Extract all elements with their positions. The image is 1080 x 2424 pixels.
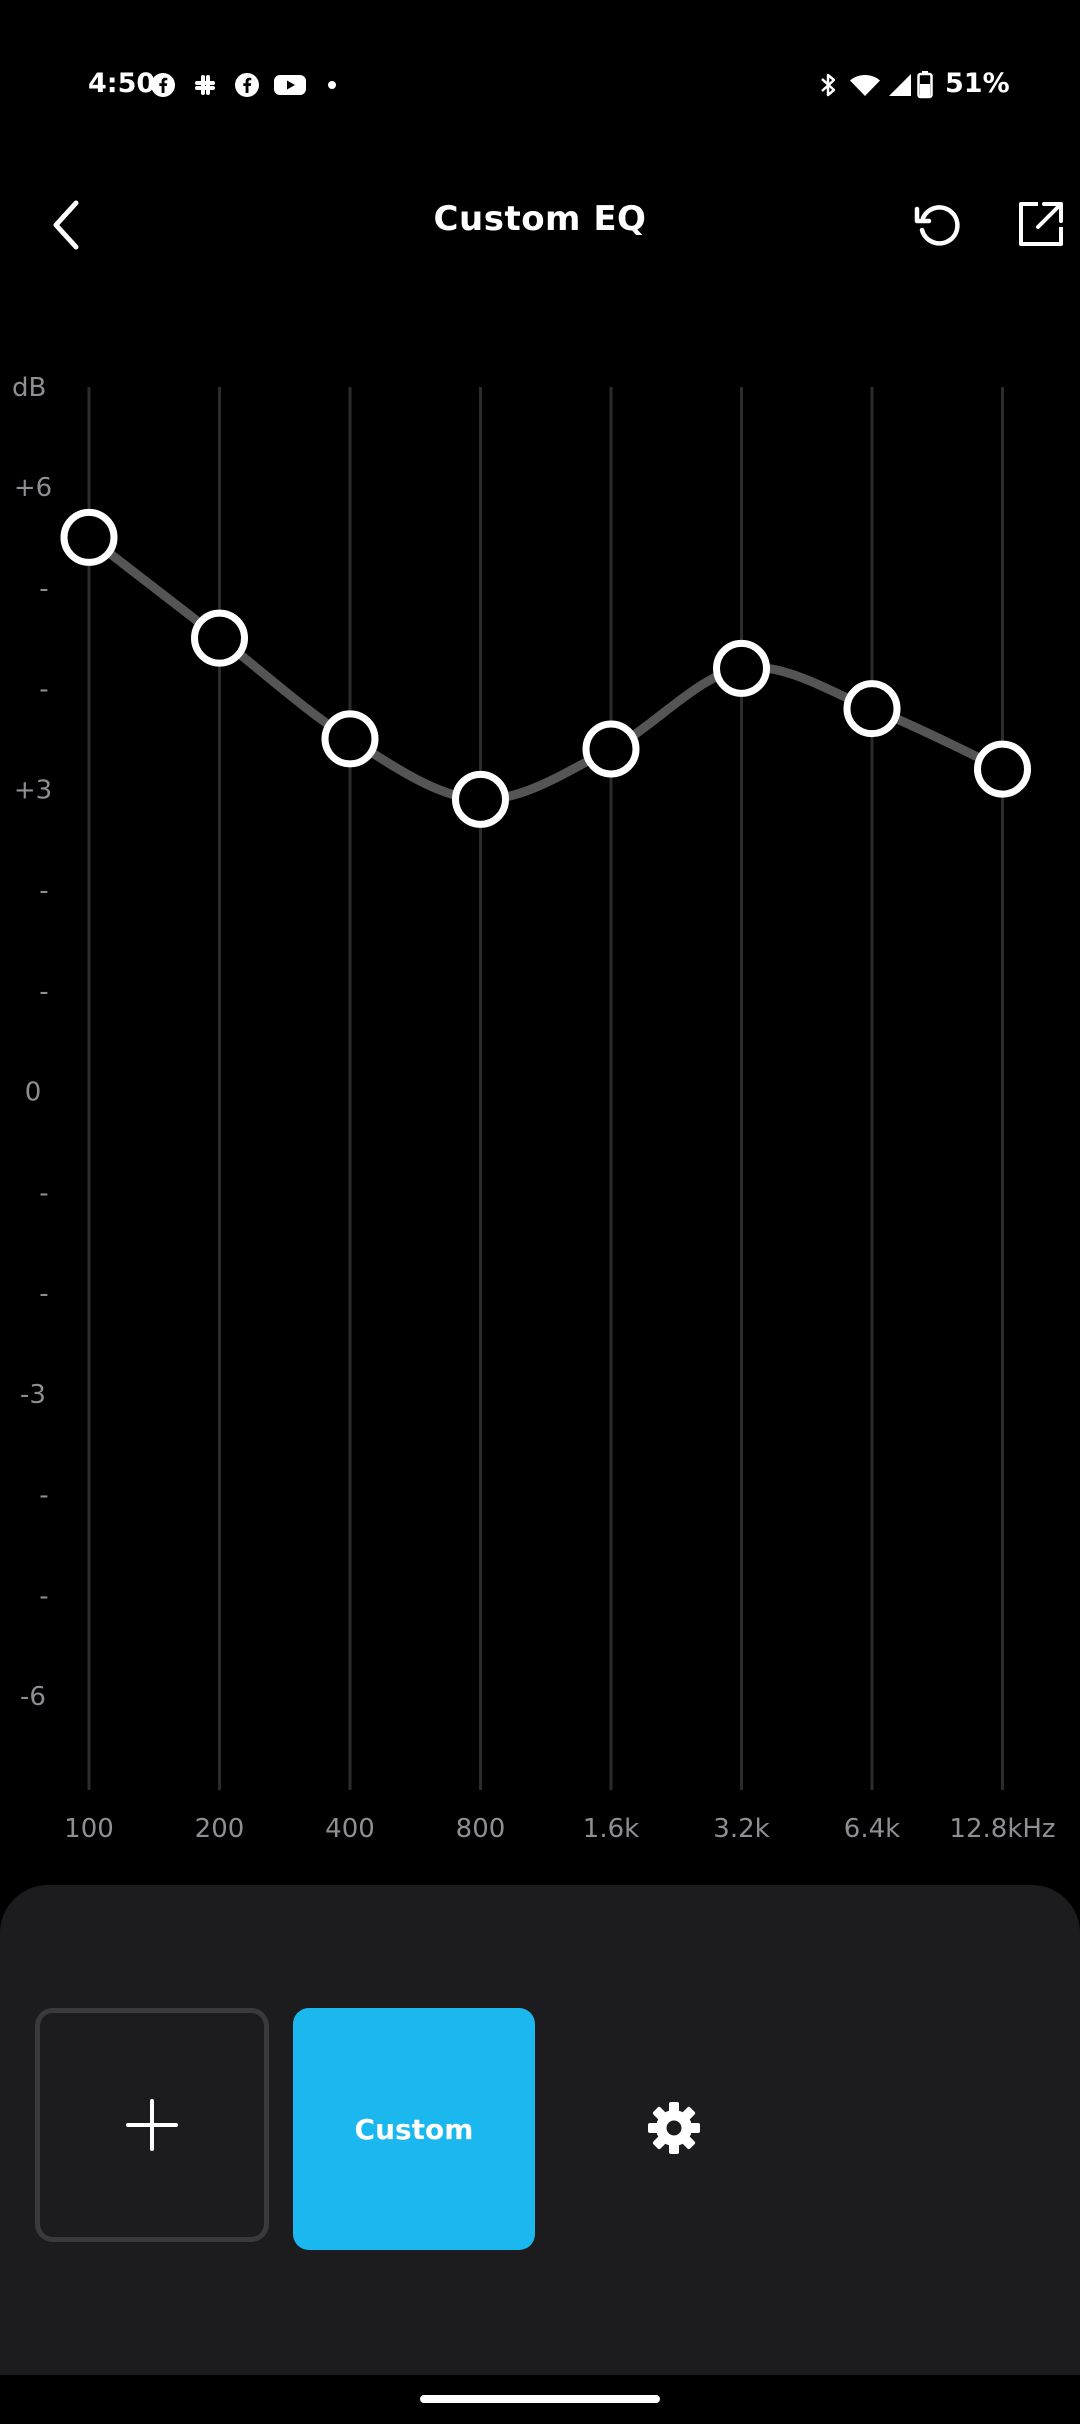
y-axis-label: dB <box>12 373 46 403</box>
x-tick-label: 200 <box>195 1814 245 1844</box>
y-tick-label: - <box>39 1481 48 1511</box>
navigation-bar <box>0 2375 1080 2424</box>
reset-icon <box>914 205 960 246</box>
youtube-icon <box>272 70 308 100</box>
y-tick-label: - <box>39 1279 48 1309</box>
eq-band-handle[interactable] <box>321 710 379 768</box>
signal-icon <box>885 70 915 100</box>
share-icon <box>1019 202 1063 246</box>
settings-button[interactable] <box>636 2090 711 2165</box>
eq-band-handle[interactable] <box>974 740 1031 798</box>
y-tick-label: - <box>39 574 48 604</box>
facebook-icon <box>232 70 262 100</box>
eq-band-handle[interactable] <box>713 639 770 697</box>
wifi-icon <box>848 70 882 100</box>
gear-icon <box>647 2101 700 2154</box>
eq-band-handle[interactable] <box>60 508 118 566</box>
x-tick-label: 12.8kHz <box>949 1814 1055 1844</box>
reset-button[interactable] <box>905 191 971 257</box>
status-bar: 4:50 51% <box>0 0 1080 175</box>
facebook-icon <box>148 70 178 100</box>
x-tick-label: 100 <box>64 1814 114 1844</box>
y-tick-label: - <box>39 1178 48 1208</box>
x-tick-label: 800 <box>456 1814 506 1844</box>
bottom-panel: Custom <box>0 1885 1080 2375</box>
y-tick-label: - <box>39 977 48 1007</box>
bluetooth-icon <box>813 70 843 100</box>
home-indicator[interactable] <box>420 2395 660 2403</box>
y-tick-label: - <box>39 1581 48 1611</box>
y-tick-label: - <box>39 876 48 906</box>
add-preset-button[interactable] <box>35 2008 269 2242</box>
dot-icon <box>317 70 347 100</box>
preset-custom-button[interactable]: Custom <box>293 2008 535 2250</box>
x-tick-label: 400 <box>325 1814 375 1844</box>
y-tick-label: 0 <box>25 1078 42 1108</box>
eq-band-handle[interactable] <box>191 609 248 667</box>
x-tick-label: 3.2k <box>713 1814 769 1844</box>
battery-icon <box>915 70 935 100</box>
x-tick-label: 6.4k <box>844 1814 900 1844</box>
slack-icon <box>190 70 220 100</box>
plus-icon <box>126 2099 178 2151</box>
x-tick-label: 1.6k <box>583 1814 639 1844</box>
share-button[interactable] <box>1008 191 1074 257</box>
y-tick-label: -3 <box>20 1380 46 1410</box>
eq-chart-svg[interactable]: +6 - - +3 - - 0 - - -3 - - -6 100 200 400 800 1.6k 3.2k 6.… <box>0 360 1080 1860</box>
y-tick-label: -6 <box>20 1682 46 1712</box>
battery-percent: 51% <box>945 68 1010 99</box>
eq-band-handle[interactable] <box>452 770 509 828</box>
eq-band-handle[interactable] <box>843 680 901 738</box>
y-tick-label: +3 <box>14 775 52 805</box>
y-tick-label: - <box>39 675 48 705</box>
y-tick-label: +6 <box>14 473 52 503</box>
header: Custom EQ <box>0 175 1080 365</box>
eq-curve <box>84 532 1007 804</box>
eq-band-handle[interactable] <box>582 720 640 778</box>
eq-chart[interactable]: +6 - - +3 - - 0 - - -3 - - -6 100 200 400 800 1.6k 3.2k 6.… <box>0 360 1080 1860</box>
status-time: 4:50 <box>88 68 156 99</box>
